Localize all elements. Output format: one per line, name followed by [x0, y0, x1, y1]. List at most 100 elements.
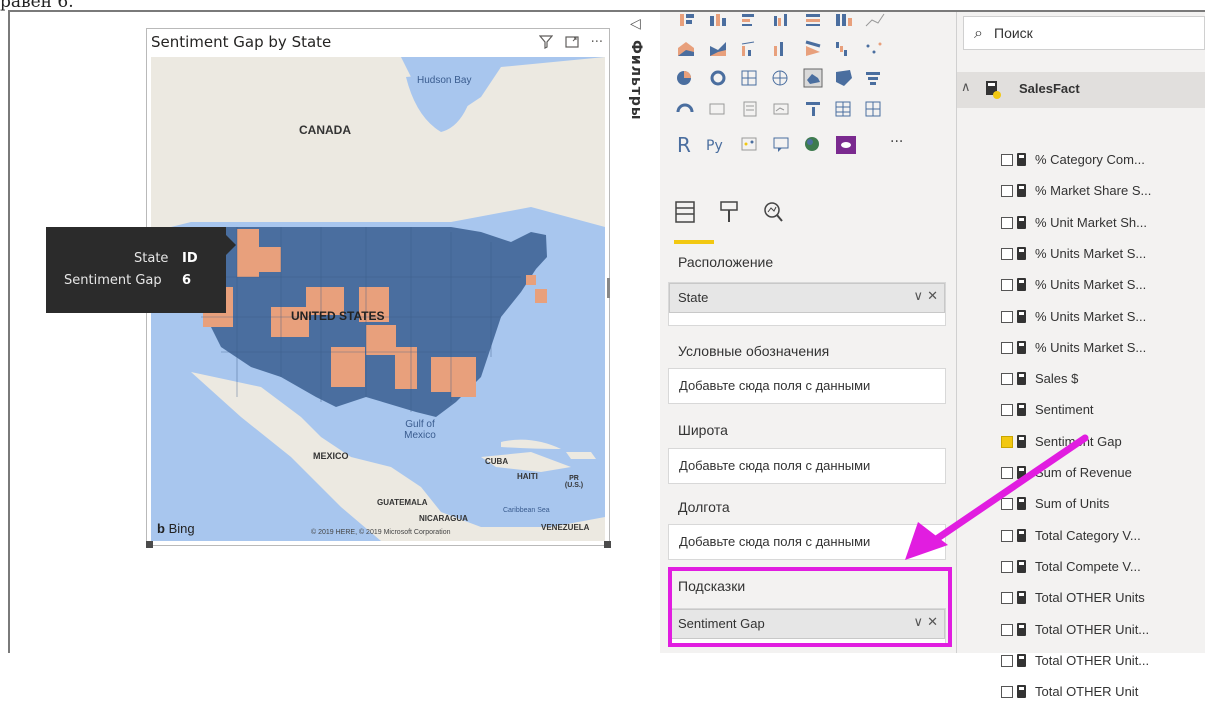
field-item[interactable]: % Units Market S...	[1001, 242, 1201, 268]
more-visuals-icon[interactable]: ···	[890, 134, 903, 150]
field-checkbox[interactable]	[1001, 185, 1013, 198]
field-item[interactable]: % Units Market S...	[1001, 336, 1201, 362]
field-item[interactable]: % Category Com...	[1001, 148, 1201, 174]
field-checkbox[interactable]	[1001, 560, 1013, 573]
field-item[interactable]: Total Category V...	[1001, 524, 1201, 550]
field-item[interactable]: % Unit Market Sh...	[1001, 211, 1201, 237]
location-well[interactable]: State ∨ ✕	[668, 282, 946, 326]
field-name: % Category Com...	[1035, 152, 1145, 167]
latitude-placeholder: Добавьте сюда поля с данными	[679, 458, 871, 473]
field-item[interactable]: Sentiment Gap	[1001, 430, 1201, 456]
custom-visual-icon	[836, 136, 856, 154]
stacked-bar-icon	[680, 14, 694, 26]
field-item[interactable]: % Units Market S...	[1001, 273, 1201, 299]
map-label-pr: PR (U.S.)	[564, 475, 584, 489]
fields-tab-icon[interactable]	[674, 200, 696, 230]
100-bar-icon	[806, 14, 820, 26]
field-checkbox[interactable]	[1001, 623, 1013, 636]
stacked-column-icon	[710, 14, 726, 26]
bing-logo-text: Bing	[168, 521, 195, 536]
longitude-placeholder: Добавьте сюда поля с данными	[679, 534, 871, 549]
visualizations-pane: R Py ··· Расположение State ∨ ✕ Условные…	[660, 12, 956, 653]
resize-handle-right[interactable]	[607, 278, 610, 298]
table-salesfact[interactable]: ∧ SalesFact	[957, 72, 1205, 108]
field-checkbox[interactable]	[1001, 592, 1013, 605]
fields-search[interactable]: ⌕ Поиск	[963, 16, 1205, 50]
calculator-icon	[1017, 309, 1026, 323]
key-influencers-icon	[741, 137, 757, 151]
field-checkbox[interactable]	[1001, 467, 1013, 479]
field-name: Sentiment Gap	[1035, 433, 1122, 449]
location-field-pill[interactable]: State ∨ ✕	[669, 283, 945, 313]
clustered-column-icon	[774, 14, 787, 26]
resize-handle-bottom-right[interactable]	[604, 541, 611, 548]
calculator-icon	[1017, 434, 1026, 448]
calculator-icon	[1017, 528, 1026, 542]
pill-controls[interactable]: ∨ ✕	[913, 289, 938, 304]
field-item[interactable]: Sum of Units	[1001, 492, 1201, 518]
clustered-bar-icon	[742, 14, 754, 26]
field-checkbox[interactable]	[1001, 154, 1013, 166]
latitude-well[interactable]: Добавьте сюда поля с данными	[668, 448, 946, 484]
ribbon-icon	[805, 40, 821, 56]
legend-placeholder: Добавьте сюда поля с данными	[679, 378, 871, 393]
longitude-well[interactable]: Добавьте сюда поля с данными	[668, 524, 946, 560]
field-item[interactable]: % Units Market S...	[1001, 305, 1201, 331]
field-name: Total OTHER Unit...	[1035, 621, 1150, 637]
map-label-haiti: HAITI	[517, 472, 538, 481]
field-item[interactable]: Sales $	[1001, 367, 1201, 393]
filters-pane-collapsed[interactable]: ◁ Фильтры	[620, 12, 660, 652]
chevron-up-icon[interactable]: ∧	[961, 80, 971, 95]
focus-mode-icon[interactable]	[564, 35, 579, 53]
qa-icon	[773, 137, 789, 152]
tooltip-gap-value: 6	[182, 273, 192, 288]
pie-chart-icon	[677, 71, 691, 85]
field-item[interactable]: Total OTHER Unit	[1001, 680, 1201, 706]
map-label-gulf: Gulf of Mexico	[404, 419, 436, 441]
map-tooltip: State ID Sentiment Gap 6	[46, 227, 236, 313]
field-checkbox[interactable]	[1001, 216, 1013, 229]
field-name: % Units Market S...	[1035, 308, 1147, 324]
legend-well[interactable]: Добавьте сюда поля с данными	[668, 368, 946, 404]
tooltip-state-value: ID	[182, 251, 198, 266]
funnel-icon[interactable]	[538, 35, 553, 53]
analytics-icon[interactable]	[762, 200, 784, 230]
calculator-icon	[1017, 246, 1026, 260]
field-checkbox[interactable]	[1001, 498, 1013, 511]
field-checkbox[interactable]	[1001, 686, 1013, 699]
field-checkbox[interactable]	[1001, 435, 1013, 448]
field-checkbox[interactable]	[1001, 247, 1013, 260]
field-name: Total OTHER Unit...	[1035, 652, 1150, 668]
field-item[interactable]: Total OTHER Units	[1001, 586, 1201, 612]
format-paint-icon[interactable]	[718, 200, 740, 230]
field-item[interactable]: Total Compete V...	[1001, 555, 1201, 581]
map-label-nicaragua: NICARAGUA	[419, 514, 468, 523]
field-checkbox[interactable]	[1001, 529, 1013, 542]
treemap-icon	[741, 70, 757, 86]
map-label-united-states: UNITED STATES	[291, 309, 385, 323]
field-item[interactable]: Total OTHER Unit...	[1001, 618, 1201, 644]
resize-handle-bottom-left[interactable]	[146, 541, 153, 548]
calculator-icon	[1017, 559, 1026, 573]
field-name: Sum of Revenue	[1035, 465, 1132, 480]
field-name: % Units Market S...	[1035, 277, 1147, 293]
table-name: SalesFact	[1019, 81, 1080, 96]
location-field-name: State	[678, 290, 709, 305]
field-checkbox[interactable]	[1001, 373, 1013, 386]
calculator-icon	[1017, 622, 1026, 636]
field-item[interactable]: Sentiment	[1001, 398, 1201, 424]
field-checkbox[interactable]	[1001, 341, 1013, 354]
chevron-left-icon[interactable]: ◁	[630, 16, 641, 32]
field-item[interactable]: Sum of Revenue	[1001, 461, 1201, 487]
field-name: Sales $	[1035, 371, 1079, 387]
field-checkbox[interactable]	[1001, 310, 1013, 323]
visual-gallery: R Py ···	[660, 12, 956, 192]
field-item[interactable]: % Market Share S...	[1001, 179, 1201, 205]
ellipsis-icon[interactable]: ···	[591, 35, 603, 53]
multi-row-card-icon	[743, 101, 757, 117]
calculator-icon	[1017, 153, 1026, 166]
field-checkbox[interactable]	[1001, 279, 1013, 292]
field-checkbox[interactable]	[1001, 404, 1013, 417]
python-visual-icon: Py	[706, 138, 723, 154]
field-checkbox[interactable]	[1001, 654, 1013, 667]
